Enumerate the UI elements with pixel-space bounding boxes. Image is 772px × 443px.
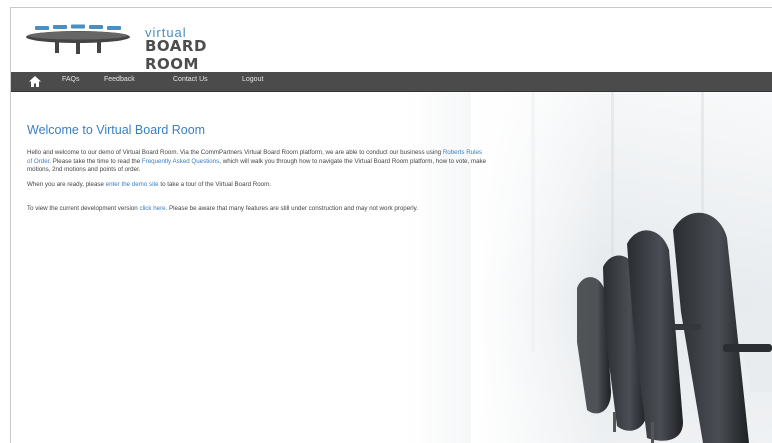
enter-demo-link[interactable]: enter the demo site [106,181,159,188]
faq-link[interactable]: Frequently Asked Questions [142,158,219,165]
click-here-link[interactable]: click here [139,205,165,212]
nav-item-feedback[interactable]: Feedback [104,76,135,83]
demo-paragraph: When you are ready, please enter the dem… [27,181,487,190]
header: virtual BOARD ROOM [11,8,772,73]
nav-item-logout[interactable]: Logout [242,76,263,83]
dev-text-2: . Please be aware that many features are… [165,205,418,213]
boardroom-table-logo-icon [26,24,130,54]
demo-text-1: When you are ready, please [27,180,106,188]
page-frame: virtual BOARD ROOM FAQs Feedback Contact… [10,7,772,443]
demo-text-2: to take a tour of the Virtual Board Room… [158,180,271,188]
home-icon[interactable] [28,75,42,88]
nav-item-faqs[interactable]: FAQs [62,76,80,83]
nav-item-contact-us[interactable]: Contact Us [173,76,208,83]
logo-text-boardroom: BOARD ROOM [145,37,207,73]
main-nav: FAQs Feedback Contact Us Logout [11,72,772,92]
intro-text-2: . Please take the time to read the [49,157,142,165]
intro-text-1: Hello and welcome to our demo of Virtual… [27,149,443,156]
logo[interactable]: virtual BOARD ROOM [25,23,255,73]
page-title: Welcome to Virtual Board Room [27,123,206,137]
dev-version-paragraph: To view the current development version … [27,205,487,214]
dev-text-1: To view the current development version [27,205,140,213]
intro-paragraph: Hello and welcome to our demo of Virtual… [27,149,487,175]
welcome-content: Welcome to Virtual Board Room Hello and … [27,123,487,220]
